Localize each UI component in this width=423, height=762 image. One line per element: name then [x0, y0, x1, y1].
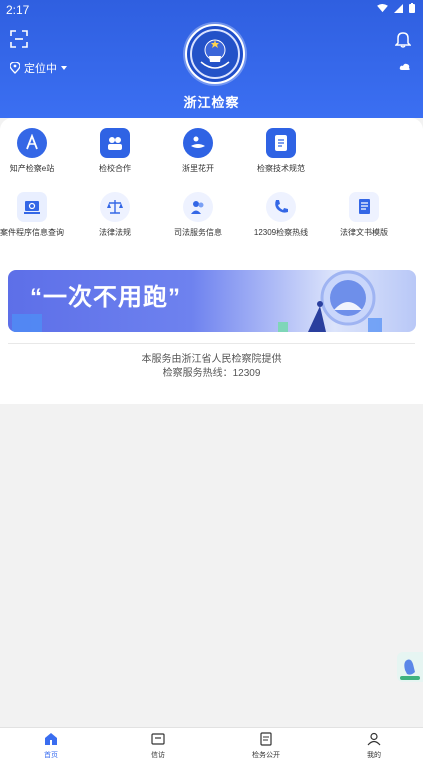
service-label: 检察技术规范 — [257, 164, 305, 173]
tab-label: 我的 — [367, 752, 381, 759]
provider-line: 本服务由浙江省人民检察院提供 — [141, 354, 282, 365]
tab-home[interactable]: 首页 — [21, 732, 81, 760]
tab-mine[interactable]: 我的 — [344, 732, 404, 760]
location-selector[interactable]: 定位中 — [10, 60, 67, 76]
flower-icon — [183, 128, 213, 158]
service-label: 司法服务信息 — [174, 228, 222, 237]
scan-icon[interactable] — [10, 30, 28, 48]
status-time: 2:17 — [6, 3, 30, 17]
tab-label: 检务公开 — [252, 752, 280, 759]
service-grid: 知产检察e站 检校合作 浙里花开 检察技术规范 案件程序信息查询 法律法规 司法… — [0, 128, 423, 250]
service-item-flower[interactable]: 浙里花开 — [158, 128, 238, 174]
service-row-1: 知产检察e站 检校合作 浙里花开 检察技术规范 — [0, 128, 423, 186]
case-search-icon — [17, 192, 47, 222]
wifi-icon — [377, 3, 388, 12]
service-label: 浙里花开 — [182, 164, 214, 173]
caret-down-icon — [61, 66, 67, 70]
bell-icon[interactable] — [395, 30, 411, 48]
user-icon — [367, 732, 381, 746]
tab-label: 信访 — [151, 752, 165, 759]
mail-icon — [151, 733, 165, 745]
hand-gesture-icon — [400, 659, 420, 680]
service-label: 检校合作 — [99, 164, 131, 173]
procuratorate-emblem — [185, 24, 245, 84]
tab-public[interactable]: 检务公开 — [236, 732, 296, 760]
phone-icon — [266, 192, 296, 222]
status-bar: 2:17 — [0, 0, 423, 20]
hotline-line: 检察服务热线：12309 — [162, 368, 261, 379]
service-item-law[interactable]: 法律法规 — [75, 192, 155, 238]
app-title: 浙江检察 — [183, 96, 240, 111]
tab-letters[interactable]: 信访 — [128, 732, 188, 760]
provider-info: 本服务由浙江省人民检察院提供 检察服务热线：12309 — [0, 353, 423, 381]
template-icon — [349, 192, 379, 222]
bottom-tabbar: 首页 信访 检务公开 我的 — [0, 727, 423, 762]
scales-icon — [100, 192, 130, 222]
service-people-icon — [183, 192, 213, 222]
document-icon — [266, 128, 296, 158]
doc-public-icon — [260, 732, 272, 746]
status-icons — [377, 3, 415, 13]
home-icon — [45, 733, 57, 745]
cloud-icon — [399, 63, 410, 70]
service-label: 法律法规 — [99, 228, 131, 237]
knowledge-icon — [17, 128, 47, 158]
location-pin-icon — [10, 62, 20, 74]
banner-illustration — [12, 270, 382, 332]
service-item-tech[interactable]: 检察技术规范 — [241, 128, 321, 174]
cooperation-icon — [100, 128, 130, 158]
service-panel: 知产检察e站 检校合作 浙里花开 检察技术规范 案件程序信息查询 法律法规 司法… — [0, 118, 423, 404]
service-label: 案件程序信息查询 — [0, 228, 64, 237]
emblem-graphic — [190, 29, 240, 79]
service-item-hotline[interactable]: 12309检察热线 — [241, 192, 321, 238]
location-label: 定位中 — [24, 63, 57, 75]
service-label: 12309检察热线 — [253, 228, 309, 237]
service-item-ip[interactable]: 知产检察e站 — [0, 128, 72, 174]
service-row-2: 案件程序信息查询 法律法规 司法服务信息 12309检察热线 法律文书模版 — [0, 192, 423, 250]
divider — [8, 343, 415, 344]
header: 2:17 定位中 浙江检察 — [0, 0, 423, 118]
service-label: 法律文书模版 — [340, 228, 388, 237]
service-item-template[interactable]: 法律文书模版 — [324, 192, 404, 238]
tab-label: 首页 — [44, 752, 58, 759]
floating-assist-button[interactable] — [397, 652, 423, 682]
battery-icon — [409, 3, 415, 13]
signal-icon — [394, 3, 403, 13]
promo-banner[interactable]: “一次不用跑” — [8, 270, 416, 332]
service-item-judicial[interactable]: 司法服务信息 — [158, 192, 238, 238]
service-label: 知产检察e站 — [9, 164, 55, 173]
service-item-school[interactable]: 检校合作 — [75, 128, 155, 174]
service-item-case[interactable]: 案件程序信息查询 — [0, 192, 72, 238]
